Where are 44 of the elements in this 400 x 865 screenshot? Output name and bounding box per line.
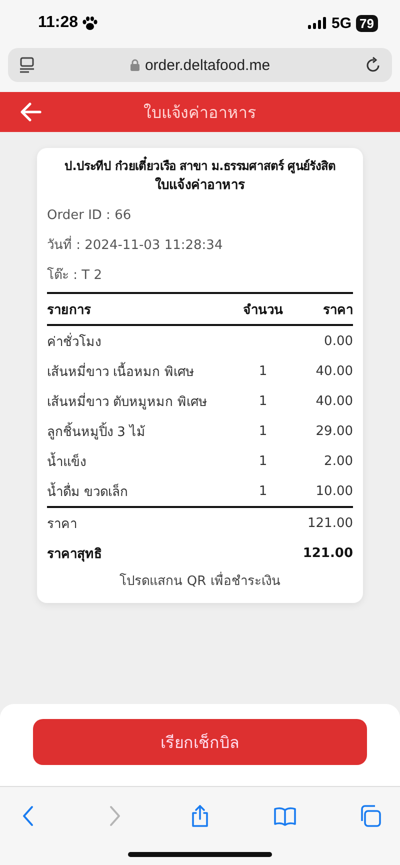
order-info: โต๊ะ : T 2 — [47, 266, 103, 285]
total-label: ราคาสุทธิ — [47, 546, 103, 564]
tabs-icon[interactable] — [358, 804, 382, 828]
network-type: 5G — [332, 14, 352, 32]
item-name: ลูกชิ้นหมูปิ้ง 3 ไม้ — [47, 420, 233, 442]
total-value: 121.00 — [306, 516, 353, 530]
item-name: เส้นหมี่ขาว ตับหมูหมก พิเศษ — [47, 392, 208, 412]
receipt-title: ใบแจ้งค่าอาหาร — [154, 176, 246, 195]
item-price: 40.00 — [314, 394, 353, 408]
payment-note: โปรดแสกน QR เพื่อชำระเงิน — [47, 570, 353, 591]
column-header: ราคา — [322, 302, 353, 320]
paw-icon — [82, 16, 98, 30]
item-price: 40.00 — [314, 364, 353, 378]
item-price: 29.00 — [314, 424, 353, 438]
total-label: ราคา — [47, 516, 78, 534]
back-arrow-icon[interactable] — [20, 102, 42, 122]
page-title: ใบแจ้งค่าอาหาร — [144, 102, 256, 124]
item-quantity: 1 — [258, 424, 268, 438]
column-header: จำนวน — [242, 302, 284, 320]
item-price: 0.00 — [323, 334, 353, 348]
total-value: 121.00 — [302, 546, 353, 560]
order-info: Order ID : 66 — [47, 207, 132, 225]
item-quantity: 1 — [258, 364, 268, 378]
item-price: 10.00 — [314, 484, 353, 498]
battery-level: 79 — [356, 14, 378, 32]
item-quantity: 1 — [258, 484, 268, 498]
column-header: รายการ — [47, 302, 92, 320]
lock-icon — [130, 59, 140, 71]
item-quantity: 1 — [258, 454, 268, 468]
item-name: เส้นหมี่ขาว เนื้อหมก พิเศษ — [47, 360, 233, 382]
item-quantity: 1 — [258, 394, 268, 408]
shop-name: ป.ประทีป ก๋วยเตี๋ยวเรือ สาขา ม.ธรรมศาสตร์ ศูนย์รังสิต — [41, 156, 359, 176]
clock-time: 11:28 — [38, 14, 78, 32]
reload-icon[interactable] — [364, 56, 382, 74]
call-bill-button[interactable]: เรียกเช็กบิล — [33, 719, 367, 765]
item-name: น้ำแข็ง — [47, 450, 233, 472]
item-name: ค่าชั่วโมง — [47, 332, 102, 352]
order-info: วันที่ : 2024-11-03 11:28:34 — [47, 236, 353, 256]
item-name: น้ำดื่ม ขวดเล็ก — [47, 480, 233, 502]
reader-menu-icon[interactable] — [18, 56, 36, 74]
url-text: order.deltafood.me — [144, 56, 270, 74]
address-bar[interactable]: order.deltafood.me — [8, 48, 392, 82]
signal-icon — [308, 17, 326, 29]
item-price: 2.00 — [323, 454, 353, 468]
